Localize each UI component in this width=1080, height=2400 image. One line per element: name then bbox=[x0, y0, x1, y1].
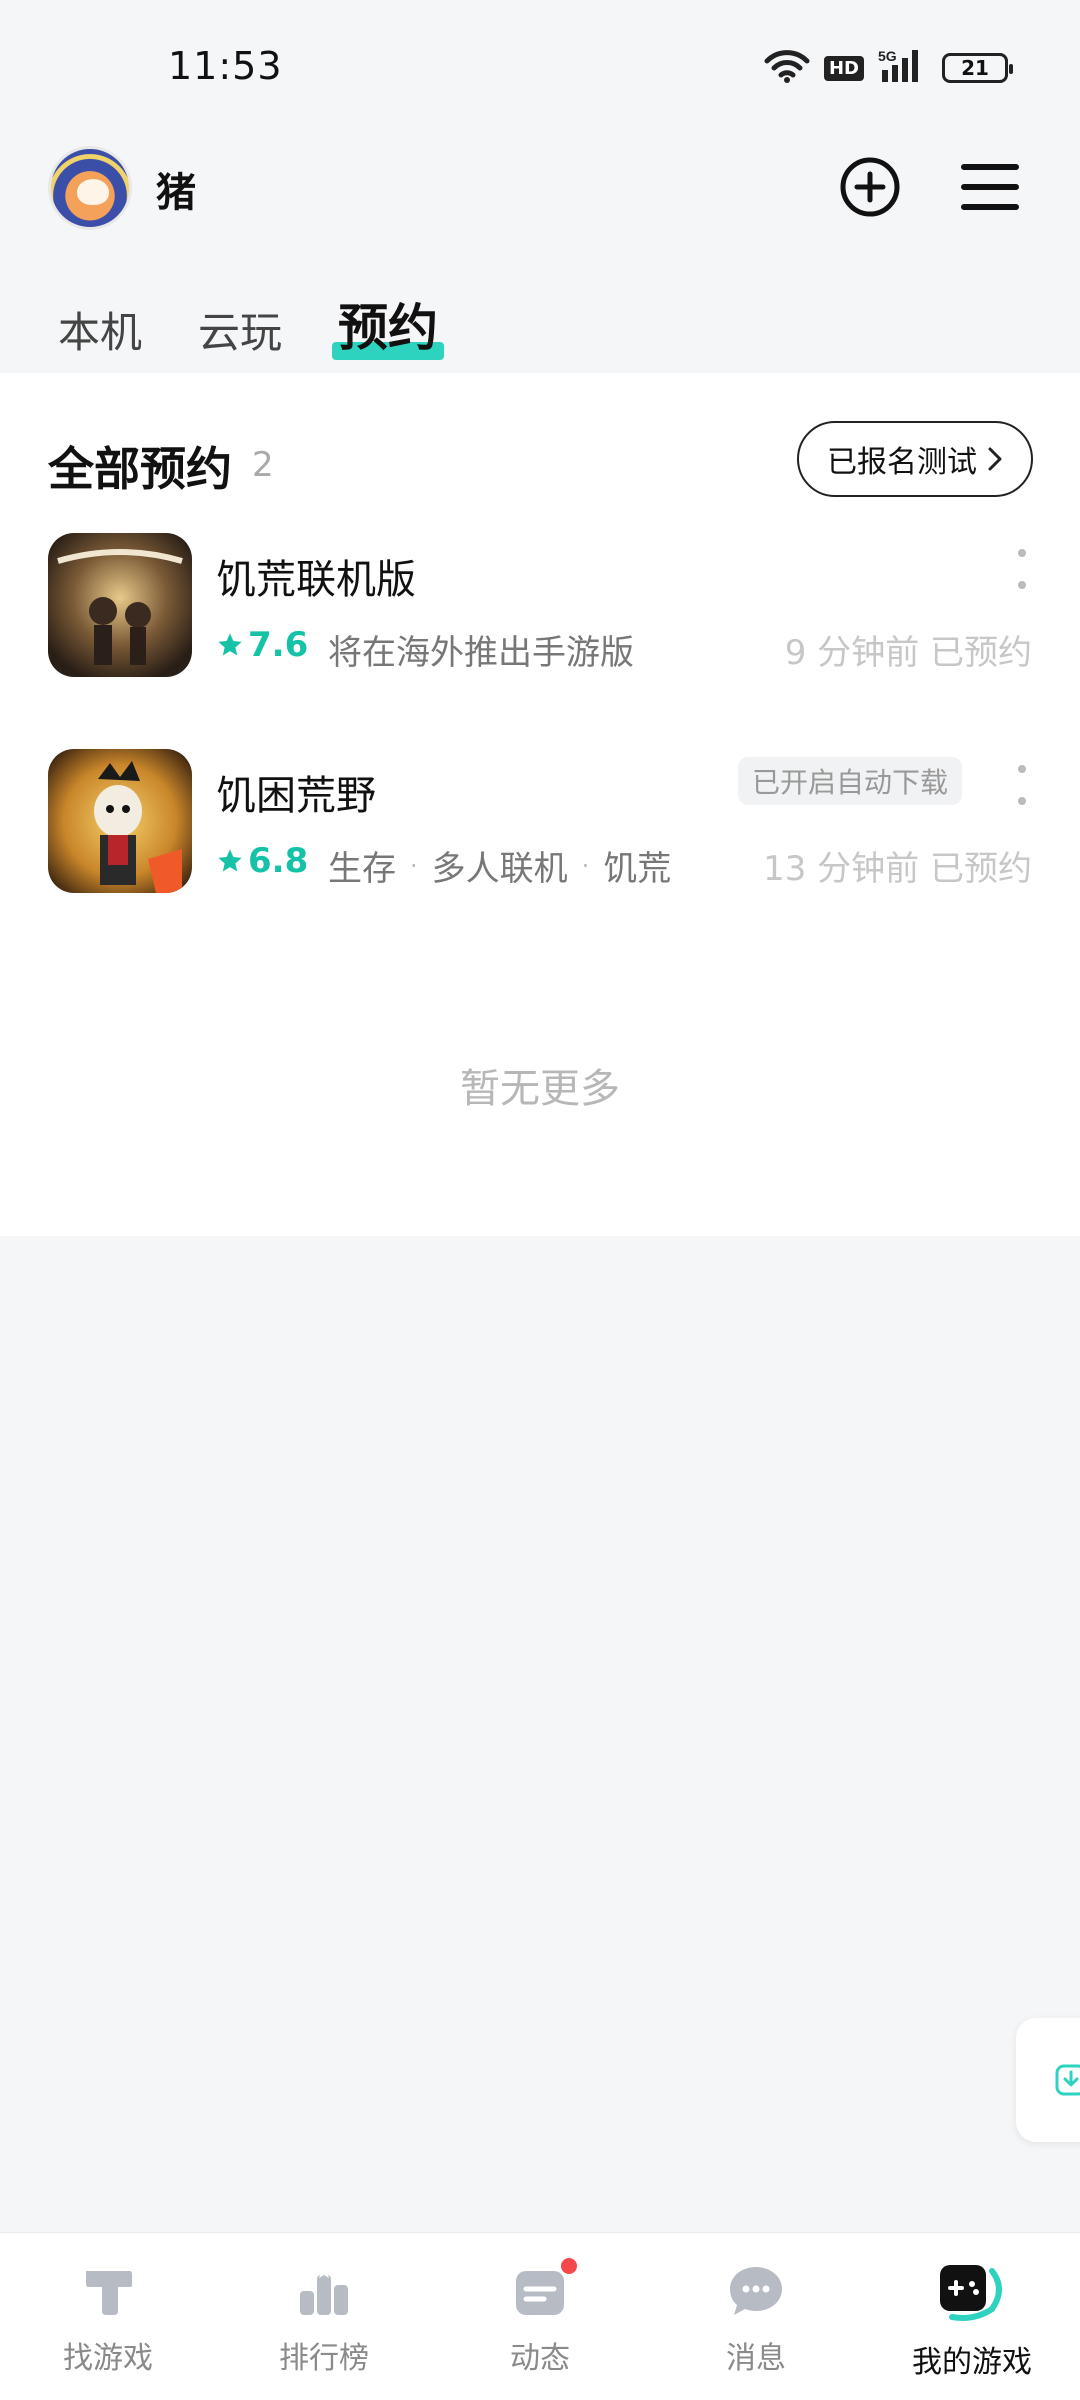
game-rating: 7.6 bbox=[216, 625, 308, 665]
status-icons: HD 5G 21 bbox=[764, 48, 1013, 88]
registered-test-button[interactable]: 已报名测试 bbox=[797, 421, 1033, 497]
section-title: 全部预约 bbox=[48, 442, 232, 496]
nav-find-game[interactable]: 找游戏 bbox=[0, 2233, 216, 2400]
nav-label: 动态 bbox=[510, 2341, 570, 2376]
section-count: 2 bbox=[252, 445, 274, 485]
no-more-text: 暂无更多 bbox=[460, 1066, 620, 1112]
nav-messages[interactable]: 消息 bbox=[648, 2233, 864, 2400]
nav-label: 排行榜 bbox=[279, 2341, 369, 2376]
rating-value: 7.6 bbox=[248, 625, 309, 665]
game-icon-don-t-starve-newhome[interactable] bbox=[48, 749, 192, 893]
message-icon bbox=[730, 2267, 782, 2315]
list-item[interactable]: 饥荒联机版 7.6 将在海外推出手游版 9 分钟前 已预约 bbox=[0, 533, 1080, 683]
nav-my-games[interactable]: 我的游戏 bbox=[864, 2233, 1080, 2400]
game-tag: 将在海外推出手游版 bbox=[328, 633, 634, 673]
game-tag: 多人联机 bbox=[431, 849, 568, 889]
nav-feed[interactable]: 动态 bbox=[432, 2233, 648, 2400]
reservation-time: 9 分钟前 已预约 bbox=[784, 633, 1032, 673]
tag-separator: · bbox=[410, 851, 418, 880]
game-tag: 饥荒 bbox=[603, 849, 672, 889]
game-icon-dont-starve-together[interactable] bbox=[48, 533, 192, 677]
nav-label: 找游戏 bbox=[63, 2341, 153, 2376]
hd-badge: HD bbox=[823, 55, 864, 81]
tab-reservation[interactable]: 预约 bbox=[332, 288, 445, 360]
game-name: 饥荒联机版 bbox=[216, 557, 416, 603]
bottom-nav: 找游戏 排行榜 动态 消息 我的游戏 bbox=[0, 2232, 1080, 2400]
my-games-icon bbox=[940, 2265, 1002, 2321]
menu-button[interactable] bbox=[958, 155, 1022, 219]
reservation-time: 13 分钟前 已预约 bbox=[763, 849, 1032, 889]
plus-circle-icon bbox=[840, 157, 900, 217]
reservation-panel: 全部预约 2 已报名测试 饥荒联机版 7.6 将在海外推出手游版 9 分钟前 已… bbox=[0, 373, 1080, 1236]
notification-dot bbox=[558, 2255, 580, 2277]
download-manager-button[interactable] bbox=[1016, 2018, 1080, 2142]
game-description: 将在海外推出手游版 bbox=[328, 625, 634, 674]
star-icon bbox=[218, 849, 242, 872]
tab-local[interactable]: 本机 bbox=[58, 299, 142, 360]
download-icon bbox=[1055, 2064, 1080, 2096]
nav-label: 消息 bbox=[726, 2341, 786, 2376]
game-name: 饥困荒野 bbox=[216, 773, 376, 819]
chevron-right-icon bbox=[988, 447, 1002, 471]
battery-icon: 21 bbox=[942, 53, 1013, 83]
menu-icon bbox=[961, 164, 1019, 210]
rating-value: 6.8 bbox=[248, 841, 309, 881]
more-options-icon[interactable] bbox=[1016, 549, 1028, 589]
tag-separator: · bbox=[581, 851, 590, 880]
nav-ranking[interactable]: 排行榜 bbox=[216, 2233, 432, 2400]
avatar[interactable] bbox=[48, 146, 132, 230]
status-bar: 11:53 HD 5G 21 bbox=[0, 0, 1080, 130]
tab-cloud[interactable]: 云玩 bbox=[198, 299, 282, 360]
list-item[interactable]: 饥困荒野 已开启自动下载 6.8 生存 · 多人联机 · 饥荒 13 分钟前 已… bbox=[0, 749, 1080, 899]
game-rating: 6.8 bbox=[216, 841, 308, 881]
game-tag: 生存 bbox=[328, 849, 396, 889]
user-name[interactable]: 猪 bbox=[156, 160, 196, 218]
tab-bar: 本机 云玩 预约 bbox=[58, 288, 445, 360]
status-time: 11:53 bbox=[168, 44, 283, 88]
more-options-icon[interactable] bbox=[1016, 765, 1028, 805]
nav-label: 我的游戏 bbox=[912, 2345, 1032, 2380]
ranking-icon bbox=[300, 2265, 348, 2315]
wifi-icon bbox=[764, 49, 810, 87]
auto-download-badge: 已开启自动下载 bbox=[738, 757, 963, 805]
svg-text:5G: 5G bbox=[878, 48, 897, 64]
add-button[interactable] bbox=[838, 155, 902, 219]
signal-icon: 5G bbox=[878, 48, 928, 88]
star-icon bbox=[218, 633, 242, 656]
game-description: 生存 · 多人联机 · 饥荒 bbox=[328, 841, 671, 890]
find-game-icon bbox=[86, 2271, 132, 2315]
registered-test-label: 已报名测试 bbox=[827, 445, 977, 480]
